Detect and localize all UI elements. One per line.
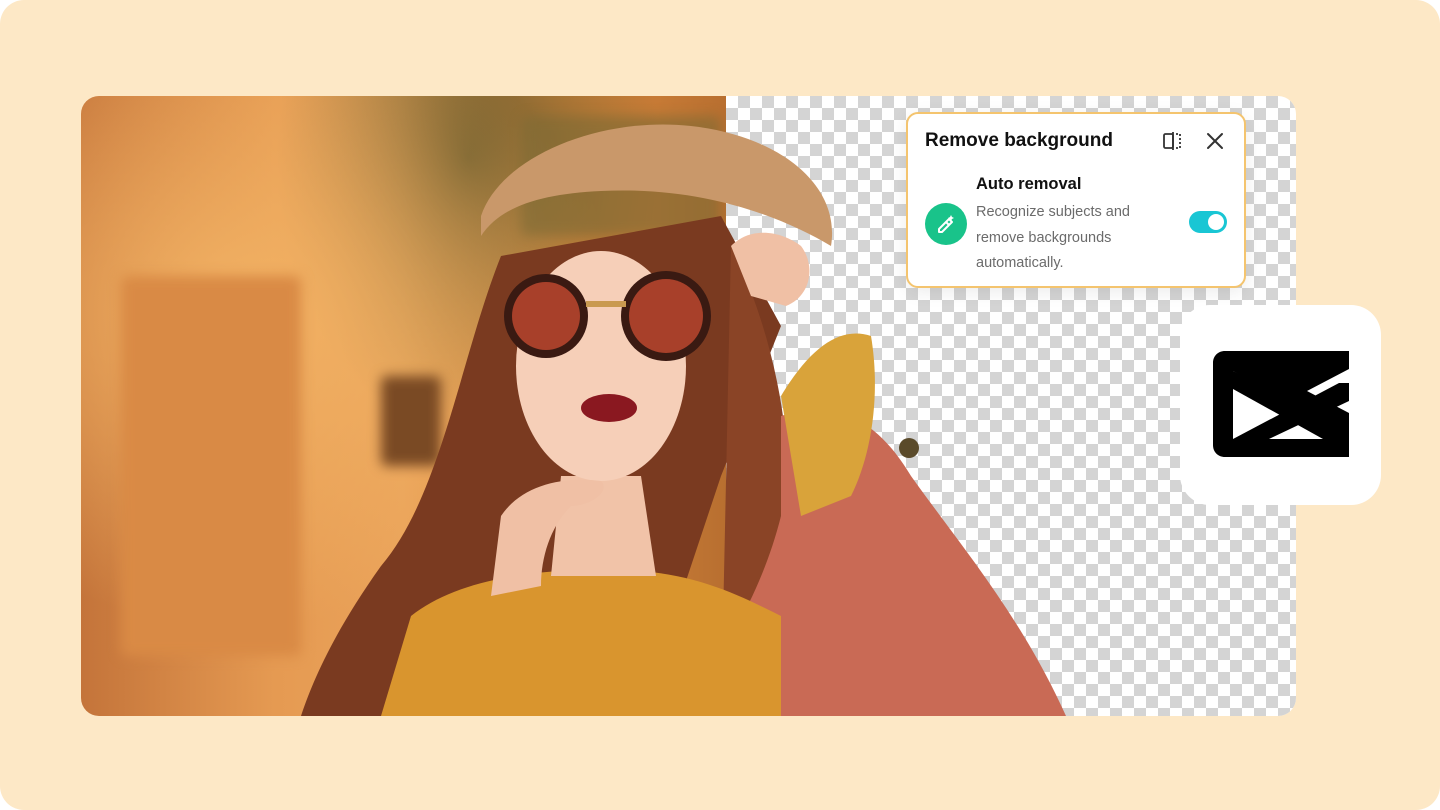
- toggle-knob: [1208, 214, 1224, 230]
- auto-removal-toggle[interactable]: [1189, 211, 1227, 233]
- promo-canvas: Remove background Auto removal Recognize…: [0, 0, 1440, 810]
- capcut-logo: [1180, 305, 1381, 505]
- magic-eraser-icon: [925, 203, 967, 245]
- auto-removal-description: Recognize subjects and remove background…: [976, 204, 1130, 271]
- remove-background-panel: Remove background Auto removal Recognize…: [906, 112, 1246, 288]
- close-icon[interactable]: [1202, 128, 1228, 154]
- auto-removal-title: Auto removal: [976, 175, 1082, 193]
- panel-title: Remove background: [925, 130, 1113, 151]
- compare-split-icon[interactable]: [1160, 128, 1186, 154]
